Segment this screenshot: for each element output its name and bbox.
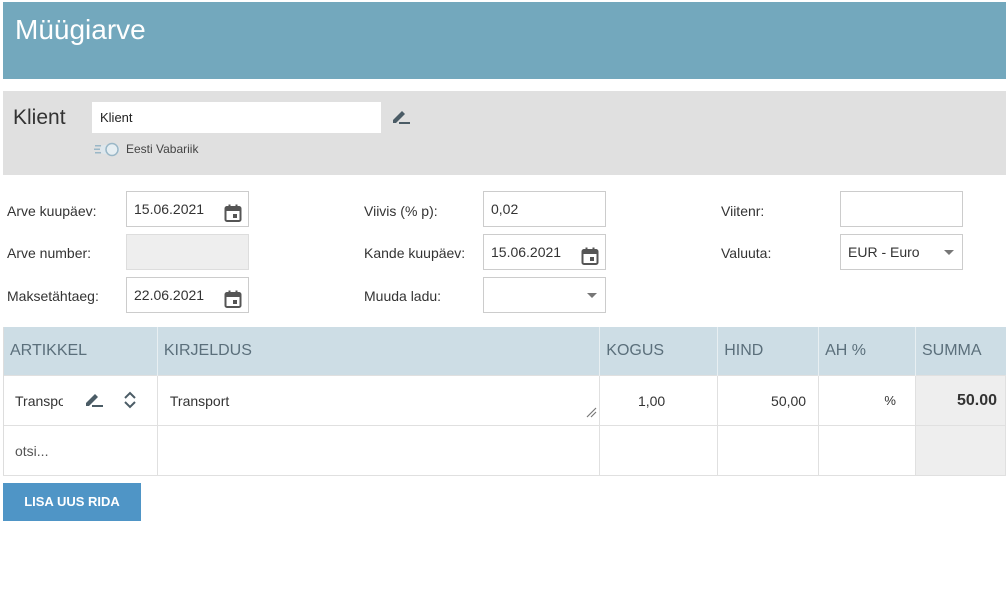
client-input[interactable]: Klient [92, 102, 381, 133]
table-row: Transport Transport 1,00 50,00 [3, 374, 1006, 425]
empty-vat-cell[interactable] [818, 424, 916, 476]
description-value: Transport [169, 392, 230, 409]
entry-date-field[interactable]: 15.06.2021 [483, 234, 606, 270]
sum-value: 50.00 [956, 391, 997, 409]
table-header-row: ARTIKKEL KIRJELDUS KOGUS HIND AH % SUMMA [3, 327, 1006, 375]
empty-quantity-cell[interactable] [599, 424, 718, 476]
calendar-icon[interactable] [581, 243, 599, 277]
price-value: 50,00 [771, 392, 807, 409]
entry-date-value: 15.06.2021 [491, 244, 562, 260]
pencil-icon[interactable] [391, 109, 411, 130]
client-label: Klient [13, 106, 66, 129]
chevron-down-icon [944, 250, 954, 255]
chevron-down-icon [587, 293, 597, 298]
client-country: Eesti Vabariik [126, 142, 199, 156]
currency-select[interactable]: EUR - Euro [840, 234, 963, 270]
warehouse-label: Muuda ladu: [364, 288, 442, 304]
penalty-field[interactable]: 0,02 [483, 191, 606, 227]
empty-sum-cell [914, 424, 1006, 476]
column-header-description: KIRJELDUS [156, 327, 600, 375]
calendar-icon[interactable] [224, 286, 242, 320]
due-date-field[interactable]: 22.06.2021 [126, 277, 249, 313]
vat-value: % [884, 392, 896, 408]
calendar-icon[interactable] [224, 200, 242, 234]
invoice-number-label: Arve number: [7, 245, 92, 261]
article-search-input[interactable]: otsi... [15, 443, 48, 459]
pencil-icon[interactable] [84, 392, 104, 411]
invoice-date-label: Arve kuupäev: [7, 203, 97, 219]
quantity-value: 1,00 [637, 392, 666, 409]
article-value: Transport [15, 392, 63, 409]
due-date-value: 22.06.2021 [134, 287, 205, 303]
page-header: Müügiarve [3, 2, 1006, 79]
quantity-cell[interactable]: 1,00 [599, 374, 718, 425]
reference-label: Viitenr: [721, 203, 765, 219]
entry-date-label: Kande kuupäev: [364, 245, 466, 261]
add-row-button[interactable]: LISA UUS RIDA [3, 483, 141, 521]
article-search-cell[interactable]: otsi... [3, 424, 158, 476]
column-header-article: ARTIKKEL [3, 327, 158, 375]
currency-value: EUR - Euro [848, 244, 920, 260]
penalty-label: Viivis (% p): [364, 203, 438, 219]
invoice-date-field[interactable]: 15.06.2021 [126, 191, 249, 227]
currency-label: Valuuta: [721, 245, 772, 261]
reference-field[interactable] [840, 191, 963, 227]
description-cell[interactable]: Transport [156, 374, 600, 425]
invoice-lines-table: ARTIKKEL KIRJELDUS KOGUS HIND AH % SUMMA… [3, 327, 1006, 476]
unfold-icon[interactable] [123, 390, 137, 413]
page-title: Müügiarve [15, 14, 146, 45]
empty-description-cell[interactable] [156, 424, 600, 476]
price-cell[interactable]: 50,00 [717, 374, 819, 425]
sum-cell: 50.00 [914, 374, 1006, 425]
invoice-date-value: 15.06.2021 [134, 201, 205, 217]
toggle-icon[interactable] [93, 141, 123, 162]
vat-cell[interactable]: % [818, 374, 916, 425]
warehouse-select[interactable] [483, 277, 606, 313]
invoice-number-field[interactable] [126, 234, 249, 270]
empty-price-cell[interactable] [717, 424, 819, 476]
column-header-vat: AH % [818, 327, 916, 375]
column-header-sum: SUMMA [914, 327, 1006, 375]
article-cell[interactable]: Transport [3, 374, 158, 425]
table-row: otsi... [3, 424, 1006, 476]
column-header-price: HIND [717, 327, 819, 375]
resize-handle-icon[interactable] [586, 405, 597, 421]
client-bar: Klient Klient Eesti Vabariik [3, 91, 1006, 175]
due-date-label: Maksetähtaeg: [7, 288, 99, 304]
column-header-quantity: KOGUS [599, 327, 718, 375]
